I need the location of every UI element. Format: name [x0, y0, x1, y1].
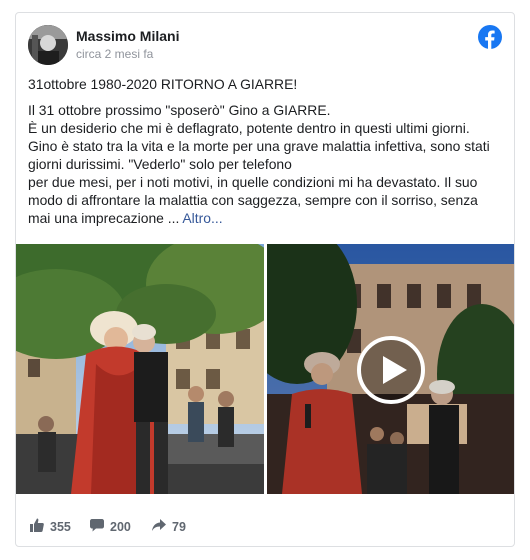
photo-thumbnail[interactable] [16, 244, 264, 494]
facebook-icon[interactable] [478, 25, 502, 49]
post-line: Il 31 ottobre prossimo "sposerò" Gino a … [28, 102, 331, 118]
post-line: giorni durissimi. "Vederlo" solo per tel… [28, 156, 292, 172]
thumbs-up-icon [30, 518, 50, 535]
like-count-value: 355 [50, 519, 71, 534]
post-title: 31ottobre 1980-2020 RITORNO A GIARRE! [28, 76, 298, 92]
comment-count[interactable]: 200 [90, 518, 131, 535]
post-header: Massimo Milani circa 2 mesi fa [28, 25, 502, 65]
share-count[interactable]: 79 [152, 518, 186, 535]
post-line: È un desiderio che mi è deflagrato, pote… [28, 120, 470, 136]
see-more-link[interactable]: Altro... [182, 210, 222, 226]
play-icon[interactable] [355, 334, 427, 406]
post-line-last: mai una imprecazione ... Altro... [28, 209, 506, 227]
post-line: mai una imprecazione ... [28, 210, 180, 226]
post-line: Gino è stato tra la vita e la morte per … [28, 138, 490, 154]
post-line: modo di affrontare la malattia con sagge… [28, 192, 478, 208]
author-avatar[interactable] [28, 25, 68, 65]
share-count-value: 79 [172, 519, 186, 534]
comment-count-value: 200 [110, 519, 131, 534]
post-timestamp[interactable]: circa 2 mesi fa [76, 47, 153, 61]
media-gallery [16, 244, 514, 494]
facebook-post-card: Massimo Milani circa 2 mesi fa 31ottobre… [15, 12, 515, 547]
comment-icon [90, 518, 110, 535]
author-name[interactable]: Massimo Milani [76, 28, 179, 44]
post-body: 31ottobre 1980-2020 RITORNO A GIARRE! Il… [28, 75, 506, 227]
video-thumbnail[interactable] [267, 244, 514, 494]
share-icon [152, 518, 172, 535]
post-line: per due mesi, per i noti motivi, in quel… [28, 174, 478, 190]
like-count[interactable]: 355 [30, 518, 71, 535]
